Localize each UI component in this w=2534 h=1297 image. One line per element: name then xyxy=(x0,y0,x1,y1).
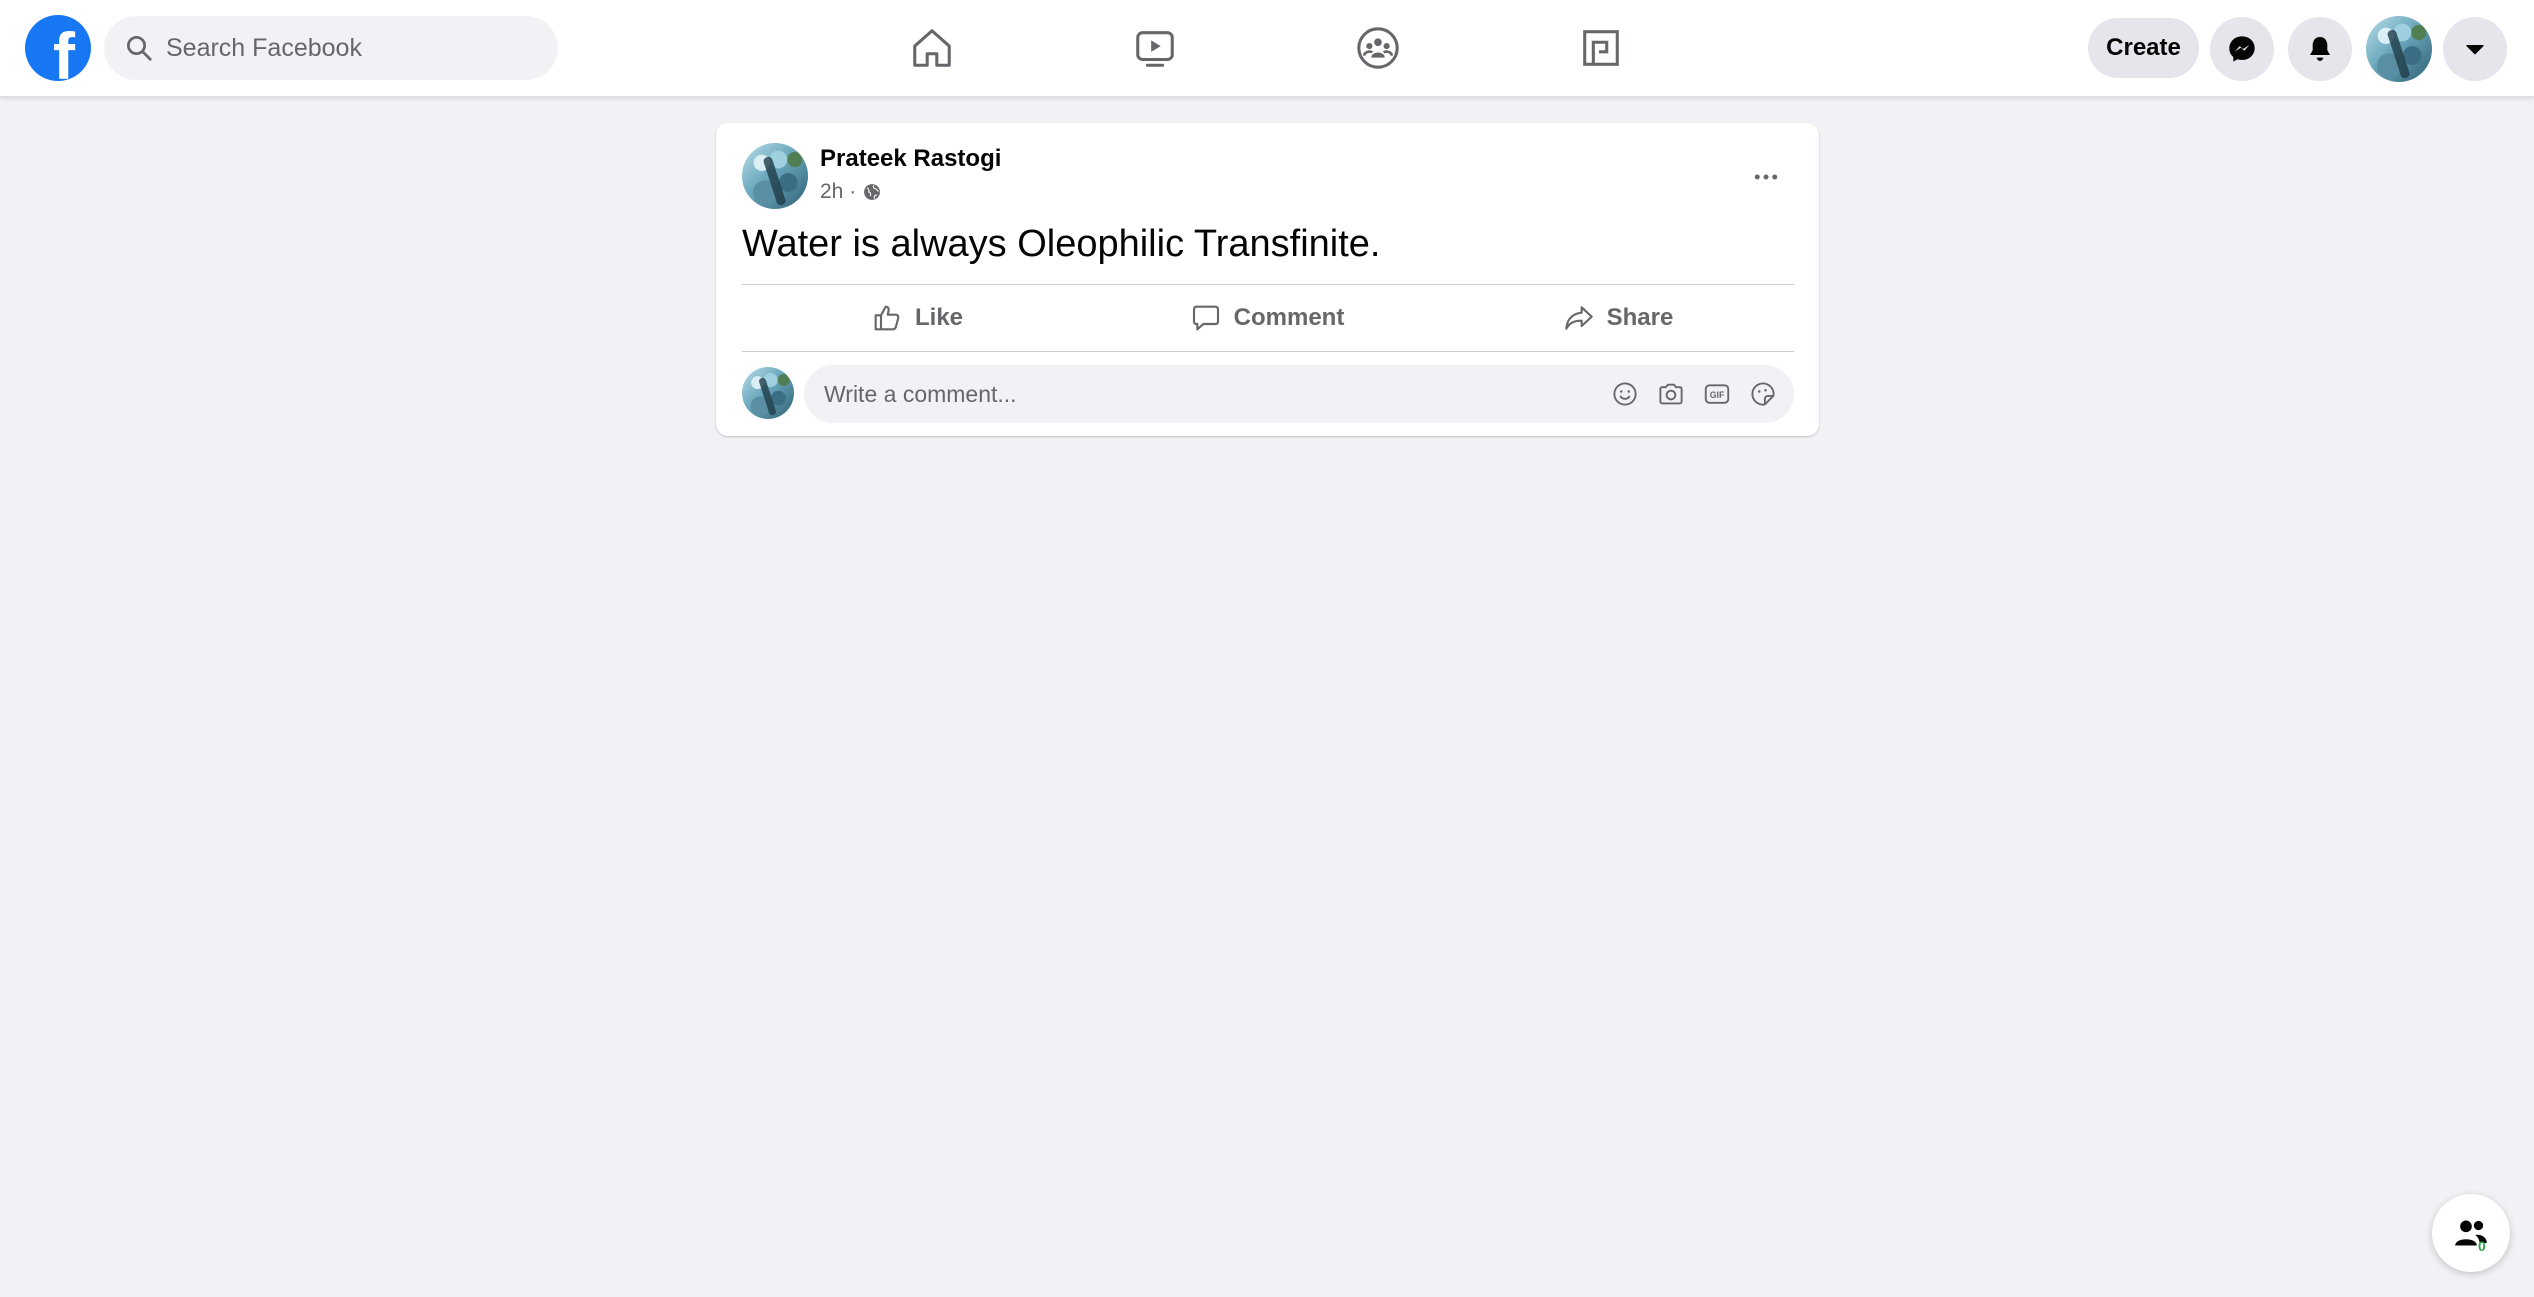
thumbs-up-icon xyxy=(874,305,900,331)
contacts-button[interactable]: 0 xyxy=(2432,1194,2510,1272)
post-card: Prateek Rastogi 2h · Water is always Ole… xyxy=(716,123,1819,436)
divider xyxy=(742,284,1794,285)
emoji-icon[interactable] xyxy=(1610,379,1640,409)
comment-input[interactable] xyxy=(824,380,1584,408)
svg-text:GIF: GIF xyxy=(1710,390,1725,400)
logo-letter: f xyxy=(53,19,75,81)
nav-video[interactable] xyxy=(1125,18,1185,78)
post-author-name[interactable]: Prateek Rastogi xyxy=(820,145,1001,173)
search-bar[interactable] xyxy=(104,16,558,80)
account-avatar[interactable] xyxy=(2366,16,2432,82)
share-button[interactable]: Share xyxy=(1442,289,1794,347)
comment-button[interactable]: Comment xyxy=(1092,289,1442,347)
bell-icon xyxy=(2310,37,2330,61)
contacts-count-badge: 0 xyxy=(2478,1238,2486,1254)
account-menu-button[interactable] xyxy=(2443,17,2507,81)
share-label: Share xyxy=(1606,304,1674,331)
search-input[interactable] xyxy=(166,33,546,63)
comment-tools: GIF xyxy=(1610,379,1778,409)
gif-icon[interactable]: GIF xyxy=(1702,379,1732,409)
messenger-button[interactable] xyxy=(2210,17,2274,81)
share-arrow-icon xyxy=(1564,306,1593,330)
home-icon xyxy=(913,29,951,67)
nav-groups[interactable] xyxy=(1348,18,1408,78)
comment-label: Comment xyxy=(1233,304,1345,331)
sticker-icon[interactable] xyxy=(1748,379,1778,409)
post-meta: 2h · xyxy=(820,180,882,204)
divider xyxy=(742,351,1794,352)
groups-icon xyxy=(1357,27,1399,69)
globe-icon xyxy=(864,184,881,200)
nav-home[interactable] xyxy=(902,18,962,78)
like-button[interactable]: Like xyxy=(742,289,1092,347)
speech-bubble-icon xyxy=(1192,305,1219,331)
video-icon xyxy=(1136,31,1174,67)
camera-icon[interactable] xyxy=(1656,379,1686,409)
gaming-icon xyxy=(1583,30,1619,66)
like-label: Like xyxy=(914,304,964,331)
notifications-button[interactable] xyxy=(2288,17,2352,81)
comment-box[interactable]: GIF xyxy=(804,365,1794,423)
author-avatar[interactable] xyxy=(742,143,808,209)
commenter-avatar[interactable] xyxy=(742,367,794,419)
nav-gaming[interactable] xyxy=(1571,18,1631,78)
more-icon xyxy=(1754,174,1778,180)
caret-down-icon xyxy=(2466,45,2484,55)
create-button[interactable]: Create xyxy=(2088,18,2199,78)
messenger-icon xyxy=(2229,36,2255,62)
facebook-logo[interactable]: f xyxy=(25,15,91,81)
post-options-button[interactable] xyxy=(1738,149,1794,205)
post-text: Water is always Oleophilic Transfinite. xyxy=(742,223,1381,265)
post-timestamp[interactable]: 2h · xyxy=(820,180,856,204)
search-icon xyxy=(127,36,152,61)
top-navigation-bar: f Create xyxy=(0,0,2534,97)
